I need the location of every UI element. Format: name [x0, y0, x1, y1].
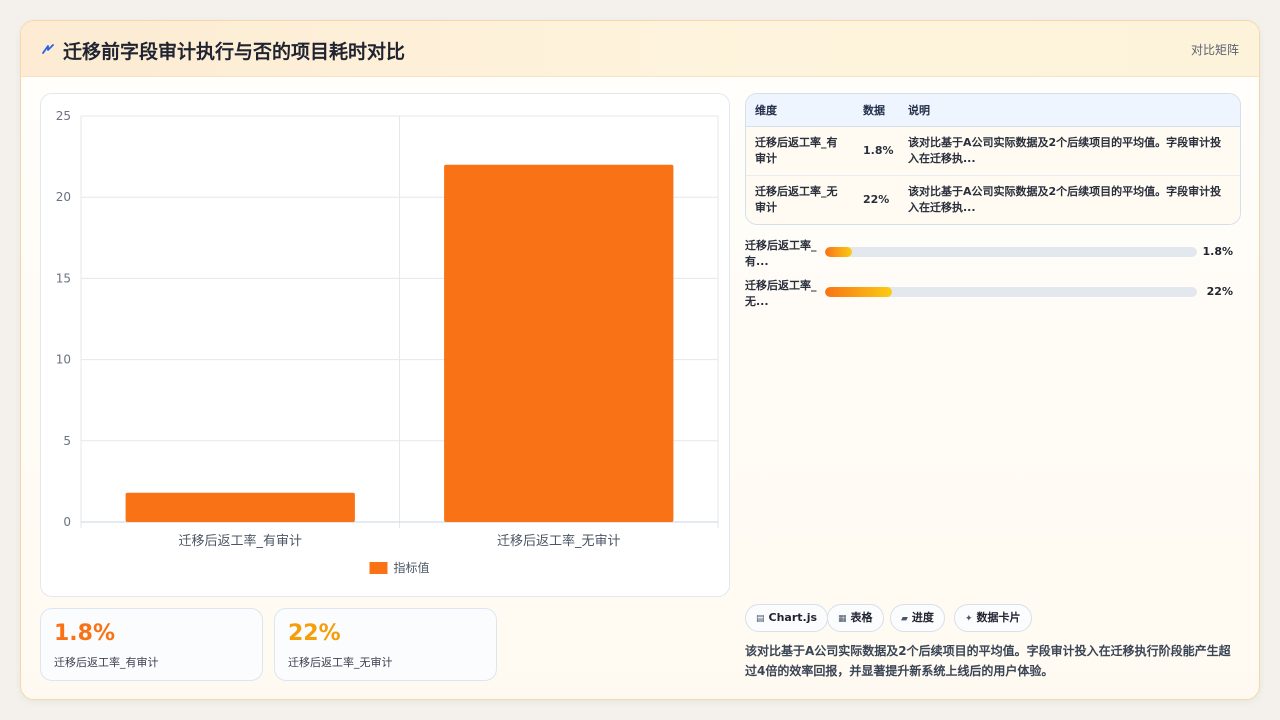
- dashboard-card: 迁移前字段审计执行与否的项目耗时对比 对比矩阵 0 5 10 15 20 25 迁移后返工率…: [20, 20, 1260, 700]
- table-icon: ▦: [838, 614, 847, 624]
- table-cell-dimension: 迁移后返工率_无审计: [746, 174, 854, 224]
- kpi-label: 迁移后返工率_有审计: [54, 656, 159, 669]
- legend-swatch: [369, 562, 388, 574]
- chip-label: Chart.js: [768, 611, 818, 624]
- kpi-value: 1.8%: [54, 621, 116, 646]
- header-bar: 迁移前字段审计执行与否的项目耗时对比 对比矩阵: [21, 21, 1259, 77]
- bar: [444, 164, 674, 522]
- progress-fill: [825, 247, 852, 257]
- kpi-value: 22%: [288, 621, 341, 646]
- y-tick-label: 10: [56, 353, 71, 367]
- table-cell-dimension: 迁移后返工率_有审计: [746, 126, 854, 175]
- column-header: 维度: [746, 94, 854, 127]
- chip-data-cards[interactable]: ✦ 数据卡片: [954, 604, 1032, 632]
- y-tick-label: 25: [56, 109, 71, 123]
- table-cell-value: 1.8%: [854, 126, 899, 175]
- table-row: 迁移后返工率_有审计 1.8% 该对比基于A公司实际数据及2个后续项目的平均值。…: [746, 126, 1240, 175]
- chip-label: 数据卡片: [976, 611, 1021, 624]
- progress-fill: [825, 287, 892, 297]
- progress-track: [825, 247, 1197, 257]
- summary-text: 该对比基于A公司实际数据及2个后续项目的平均值。字段审计投入在迁移执行阶段能产生…: [745, 644, 1231, 678]
- progress-value: 22%: [1206, 285, 1233, 298]
- chart-icon: ▤: [756, 614, 765, 624]
- y-tick-label: 20: [56, 190, 71, 204]
- table-row: 迁移后返工率_无审计 22% 该对比基于A公司实际数据及2个后续项目的平均值。字…: [746, 174, 1240, 224]
- chip-label: 表格: [850, 611, 873, 624]
- legend-label: 指标值: [394, 560, 430, 575]
- column-header: 数据: [854, 94, 899, 127]
- progress-value: 1.8%: [1202, 245, 1233, 258]
- chart-panel: 0 5 10 15 20 25 迁移后返工率_有审计 迁移后返工率_无审计指标值: [40, 93, 730, 597]
- data-table: 维度 数据 说明 迁移后返工率_有审计 1.8% 该对比基于A公司实际数据及2个…: [745, 93, 1241, 225]
- progress-label: 迁移后返工率_无...: [745, 279, 817, 308]
- page-title: 迁移前字段审计执行与否的项目耗时对比: [63, 41, 406, 63]
- kpi-card-without-audit: 22% 迁移后返工率_无审计: [274, 608, 497, 681]
- lightning-icon: [42, 44, 54, 54]
- sparkle-icon: ✦: [965, 614, 973, 624]
- y-tick-label: 15: [56, 271, 71, 285]
- chip-table[interactable]: ▦ 表格: [827, 604, 884, 632]
- table-header-row: 维度 数据 说明: [746, 94, 1240, 127]
- chip-label: 进度: [911, 611, 934, 624]
- progress-row: 迁移后返工率_无... 22%: [745, 277, 1241, 317]
- table-cell-note: 该对比基于A公司实际数据及2个后续项目的平均值。字段审计投入在迁移执...: [899, 126, 1240, 175]
- progress-list: 迁移后返工率_有... 1.8% 迁移后返工率_无... 22%: [745, 237, 1241, 317]
- chip-progress[interactable]: ▰ 进度: [890, 604, 945, 632]
- kpi-label: 迁移后返工率_无审计: [288, 656, 393, 669]
- bar-chart: 0 5 10 15 20 25 迁移后返工率_有审计 迁移后返工率_无审计指标值: [56, 109, 719, 575]
- chip-chartjs[interactable]: ▤ Chart.js: [745, 604, 829, 632]
- table-cell-note: 该对比基于A公司实际数据及2个后续项目的平均值。字段审计投入在迁移执...: [899, 174, 1240, 224]
- kpi-card-with-audit: 1.8% 迁移后返工率_有审计: [40, 608, 263, 681]
- table-cell-value: 22%: [854, 174, 899, 224]
- progress-row: 迁移后返工率_有... 1.8%: [745, 237, 1241, 277]
- x-tick-label: 迁移后返工率_有审计: [178, 533, 302, 549]
- x-tick-label: 迁移后返工率_无审计: [497, 533, 621, 549]
- y-tick-label: 0: [63, 515, 71, 529]
- progress-track: [825, 287, 1197, 297]
- y-tick-label: 5: [63, 434, 71, 448]
- column-header: 说明: [899, 94, 1240, 127]
- mode-label[interactable]: 对比矩阵: [1191, 41, 1239, 58]
- bar: [125, 492, 355, 522]
- progress-label: 迁移后返工率_有...: [745, 239, 817, 268]
- progress-icon: ▰: [901, 614, 908, 624]
